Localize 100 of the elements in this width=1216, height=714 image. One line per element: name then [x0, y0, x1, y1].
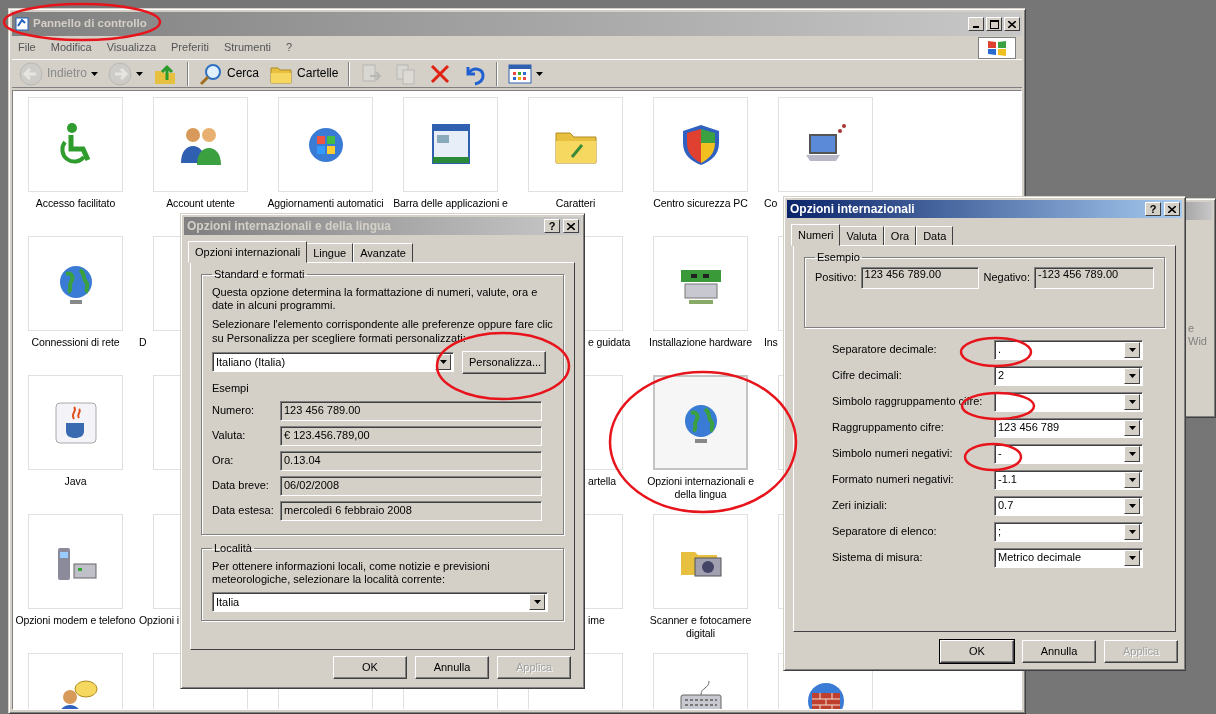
dropdown-field[interactable]: . [994, 340, 1143, 360]
field-label: Data estesa: [212, 504, 275, 518]
help-button[interactable]: ? [544, 219, 560, 233]
close-button[interactable] [1164, 202, 1180, 216]
field-label: Sistema di misura: [832, 551, 924, 565]
icon-tile[interactable] [28, 97, 123, 192]
tab[interactable]: Ora [883, 226, 917, 246]
dropdown-field[interactable]: -1.1 [994, 470, 1143, 490]
group-label: Esempio [816, 252, 861, 263]
dialog-button[interactable]: OK [333, 656, 407, 679]
icon-tile[interactable] [403, 97, 498, 192]
maximize-icon [989, 19, 999, 29]
icon-tile[interactable] [653, 97, 748, 192]
dropdown-button[interactable] [1124, 472, 1140, 488]
dropdown-button[interactable] [1124, 524, 1140, 540]
field-label: Separatore decimale: [832, 343, 938, 357]
item-label: Scanner e fotocamere digitali [648, 614, 753, 640]
annotation-ellipse [963, 442, 1023, 472]
menu-item[interactable]: ? [286, 40, 293, 55]
tab[interactable]: Valuta [839, 226, 884, 246]
field-label: Raggruppamento cifre: [832, 421, 945, 435]
menu-item[interactable]: Modifica [50, 40, 92, 55]
dropdown-field[interactable] [994, 392, 1143, 412]
control-panel-icon [15, 16, 31, 32]
field-label: Formato numeri negativi: [832, 473, 955, 487]
views-icon [508, 61, 533, 86]
icon-tile[interactable] [278, 97, 373, 192]
dropdown-button[interactable] [1124, 394, 1140, 410]
readonly-field: 123 456 789.00 [280, 400, 542, 421]
help-button[interactable]: ? [1145, 202, 1161, 216]
caret-icon [1128, 478, 1136, 482]
caret-icon [1128, 348, 1136, 352]
item-label: Opzioni i [138, 614, 179, 627]
dropdown-button[interactable] [1124, 550, 1140, 566]
close-icon [567, 222, 575, 230]
field-label: Zeri iniziali: [832, 499, 888, 513]
menu-item[interactable]: Visualizza [106, 40, 157, 55]
caret-icon [1128, 400, 1136, 404]
setting-label: e Wid [1188, 322, 1207, 348]
instruction-text: Selezionare l'elemento corrispondente alle preferenze oppure fare clic su Personalizza per scegliere formati personalizzati: [212, 318, 553, 345]
icon-tile[interactable] [28, 514, 123, 609]
dropdown-field[interactable]: 123 456 789 [994, 418, 1143, 438]
maximize-button[interactable] [986, 17, 1002, 31]
icon-tile[interactable] [778, 97, 873, 192]
item-label: artella [587, 475, 616, 488]
caret-icon [91, 71, 99, 76]
field-label: Valuta: [212, 429, 247, 443]
dropdown-field[interactable]: Metrico decimale [994, 548, 1143, 568]
menu-item[interactable]: Strumenti [223, 40, 271, 55]
icon-tile[interactable] [28, 236, 123, 331]
caret-icon [439, 360, 447, 365]
folders-button[interactable]: Cartelle [266, 59, 342, 88]
caret-icon [533, 600, 541, 605]
dropdown-field[interactable]: ; [994, 522, 1143, 542]
item-label: Accesso facilitato [34, 197, 117, 210]
customize-button[interactable]: Personalizza... [462, 350, 546, 374]
field-label: Negativo: [983, 271, 1030, 285]
icon-tile[interactable] [28, 375, 123, 470]
icon-tile[interactable] [653, 236, 748, 331]
item-label: ime [587, 614, 605, 627]
icon-tile[interactable] [653, 375, 748, 470]
close-button[interactable] [1004, 17, 1020, 31]
dropdown-button[interactable] [1124, 498, 1140, 514]
close-button[interactable] [563, 219, 579, 233]
dropdown-button[interactable] [1124, 342, 1140, 358]
minimize-button[interactable] [968, 17, 984, 31]
item-label: e guidata [587, 336, 631, 349]
readonly-field: -123 456 789.00 [1034, 267, 1154, 289]
dialog-button[interactable]: Annulla [1022, 640, 1096, 663]
menu-item[interactable]: File [18, 40, 36, 55]
dropdown-button[interactable] [1124, 420, 1140, 436]
item-label: Barra delle applicazioni e [392, 197, 509, 210]
field-label: Cifre decimali: [832, 369, 903, 383]
search-icon [199, 61, 224, 86]
dropdown-field[interactable]: - [994, 444, 1143, 464]
item-label: Installazione hardware [648, 336, 753, 349]
dropdown-button[interactable] [529, 594, 545, 611]
dropdown-button[interactable] [1124, 368, 1140, 384]
dropdown-button[interactable] [1124, 446, 1140, 462]
icon-tile[interactable] [528, 97, 623, 192]
tab[interactable]: Avanzate [353, 243, 413, 263]
tab[interactable]: Lingue [306, 243, 354, 263]
tab[interactable]: Opzioni internazionali [188, 241, 308, 263]
menu-item[interactable]: Preferiti [171, 40, 209, 55]
caret-icon [1128, 504, 1136, 508]
window-title: Opzioni internazionali [790, 201, 916, 217]
dropdown-field[interactable]: Italiano (Italia) [212, 352, 454, 373]
search-button[interactable]: Cerca [196, 59, 263, 88]
tab[interactable]: Data [916, 226, 954, 246]
dialog-button[interactable]: OK [940, 640, 1014, 663]
readonly-field: 0.13.04 [280, 450, 542, 471]
dialog-button[interactable]: Annulla [415, 656, 489, 679]
icon-tile[interactable] [653, 514, 748, 609]
item-label: Account utente [165, 197, 236, 210]
dropdown-field[interactable]: 2 [994, 366, 1143, 386]
dropdown-field[interactable]: Italia [212, 592, 548, 613]
dropdown-field[interactable]: 0.7 [994, 496, 1143, 516]
tab[interactable]: Numeri [791, 224, 841, 246]
field-label: Numero: [212, 404, 256, 418]
icon-tile[interactable] [153, 97, 248, 192]
